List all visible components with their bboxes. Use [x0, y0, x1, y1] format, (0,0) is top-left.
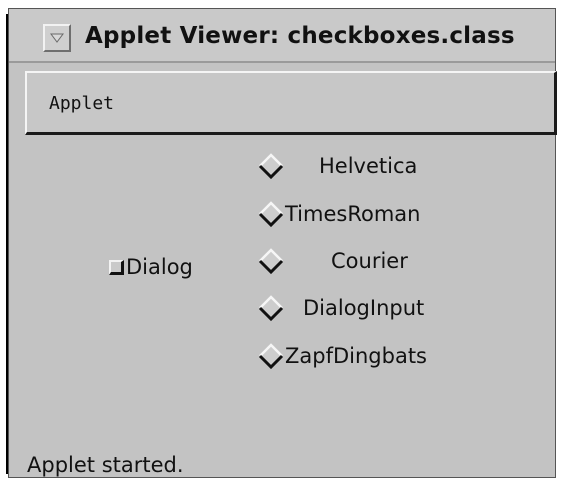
title-bar[interactable]: Applet Viewer: checkboxes.class	[9, 9, 555, 63]
checkbox-dialog[interactable]: Dialog	[109, 255, 193, 279]
diamond-icon[interactable]	[257, 342, 285, 370]
radio-timesroman[interactable]: TimesRoman	[257, 200, 420, 228]
diamond-icon[interactable]	[257, 152, 285, 180]
radio-dialoginput[interactable]: DialogInput	[257, 294, 424, 322]
applet-viewer-window: Applet Viewer: checkboxes.class Applet D…	[8, 8, 557, 478]
radio-zapfdingbats[interactable]: ZapfDingbats	[257, 342, 427, 370]
menu-applet[interactable]: Applet	[49, 93, 114, 114]
radio-label: Courier	[331, 249, 408, 273]
diamond-icon[interactable]	[257, 247, 285, 275]
square-checkbox-icon[interactable]	[109, 259, 124, 275]
triangle-down-icon	[50, 33, 64, 43]
radio-courier[interactable]: Courier	[257, 247, 408, 275]
radio-label: ZapfDingbats	[285, 344, 427, 368]
window-menu-button[interactable]	[43, 24, 71, 52]
diamond-icon[interactable]	[257, 200, 285, 228]
radio-label: Helvetica	[319, 154, 418, 178]
status-bar-text: Applet started.	[27, 453, 184, 477]
menu-bar: Applet	[25, 71, 557, 135]
radio-label: TimesRoman	[285, 202, 421, 226]
checkbox-label: Dialog	[126, 255, 193, 279]
diamond-icon[interactable]	[257, 294, 285, 322]
radio-helvetica[interactable]: Helvetica	[257, 152, 417, 180]
window-title: Applet Viewer: checkboxes.class	[85, 23, 515, 49]
radio-label: DialogInput	[303, 296, 425, 320]
